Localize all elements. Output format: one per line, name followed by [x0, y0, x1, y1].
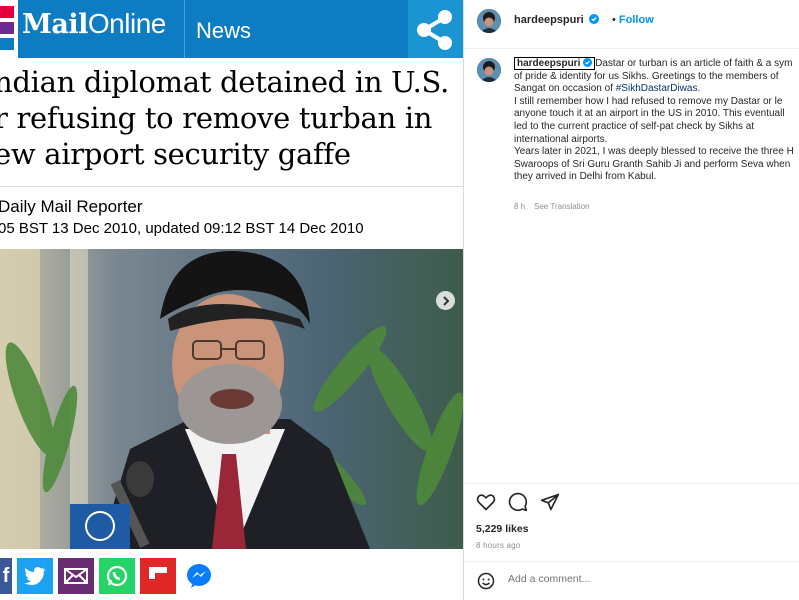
caption-username[interactable]: hardeepspuri	[514, 57, 596, 70]
messenger-share-icon[interactable]	[181, 558, 217, 594]
whatsapp-share-icon[interactable]	[99, 558, 135, 594]
caption-meta: 8 h See Translation	[514, 202, 590, 211]
headline-line: ew airport security gaffe	[0, 137, 351, 171]
section-label[interactable]: News	[196, 18, 251, 44]
article-headline: ndian diplomat detained in U.S. r refusi…	[0, 64, 463, 172]
divider	[464, 561, 799, 562]
caption-avatar[interactable]	[477, 58, 501, 82]
post-caption: hardeepspuri Dastar or turban is an arti…	[514, 57, 799, 184]
caption-age[interactable]: 8 h	[514, 202, 525, 211]
caption-text: Swaroops of Sri Guru Granth Sahib Ji and…	[514, 158, 791, 170]
headline-line: r refusing to remove turban in	[0, 101, 433, 135]
see-translation-link[interactable]: See Translation	[534, 202, 590, 211]
social-share-row: f	[0, 558, 217, 598]
caption-text: of pride & identity for us Sikhs. Greeti…	[514, 70, 779, 82]
caption-text: led to the current practice of self-pat …	[514, 120, 755, 132]
header-divider	[184, 0, 185, 58]
follow-button[interactable]: • Follow	[612, 14, 654, 26]
article-byline[interactable]: Daily Mail Reporter	[0, 197, 143, 217]
share-icon	[417, 10, 452, 50]
facebook-share-icon[interactable]: f	[0, 558, 12, 594]
share-button[interactable]	[408, 0, 463, 58]
divider	[464, 48, 799, 49]
caption-text: Years later in 2021, I was deeply blesse…	[514, 146, 794, 158]
comment-icon[interactable]	[508, 492, 528, 512]
headline-line: ndian diplomat detained in U.S.	[0, 65, 449, 99]
flipboard-share-icon[interactable]	[140, 558, 176, 594]
mailonline-logo[interactable]: MailOnline	[22, 8, 166, 40]
verified-badge-icon	[588, 14, 599, 24]
caption-text: anyone touch it at an airport in the US …	[514, 108, 785, 120]
post-author-username[interactable]: hardeepspuri	[514, 14, 599, 26]
mailonline-header: MailOnline News	[0, 0, 463, 58]
like-count[interactable]: 5,229 likes	[476, 523, 529, 535]
next-image-button[interactable]	[436, 291, 455, 310]
like-heart-icon[interactable]	[476, 492, 496, 512]
email-share-icon[interactable]	[58, 558, 94, 594]
news-article-screenshot: MailOnline News ndian diplomat detained …	[0, 0, 463, 600]
emoji-icon[interactable]	[477, 572, 495, 590]
hashtag-link[interactable]: #SikhDastarDiwas	[616, 83, 698, 94]
divider	[0, 186, 463, 187]
instagram-post-panel: hardeepspuri • Follow hardeepspuri Dasta…	[463, 0, 799, 600]
verified-badge-icon	[583, 58, 593, 67]
caption-text: I still remember how I had refused to re…	[514, 95, 783, 107]
twitter-share-icon[interactable]	[17, 558, 53, 594]
caption-text: Dastar or turban is an article of faith …	[595, 58, 793, 69]
caption-text: Sangat on occasion of	[514, 83, 613, 95]
caption-text: international airports.	[514, 133, 608, 145]
photo-man-in-turban	[0, 249, 463, 549]
caption-text: they arrived in Delhi from Kabul.	[514, 171, 657, 183]
avatar[interactable]	[477, 9, 501, 33]
article-dateline: 05 BST 13 Dec 2010, updated 09:12 BST 14…	[0, 220, 364, 237]
mailonline-menu-icon[interactable]	[0, 0, 18, 58]
chevron-right-icon	[442, 295, 449, 306]
divider	[464, 483, 799, 484]
article-photo[interactable]	[0, 249, 463, 549]
post-timestamp: 8 hours ago	[476, 541, 521, 550]
post-actions	[476, 492, 560, 512]
comment-input[interactable]	[508, 573, 768, 585]
share-direct-icon[interactable]	[540, 492, 560, 512]
